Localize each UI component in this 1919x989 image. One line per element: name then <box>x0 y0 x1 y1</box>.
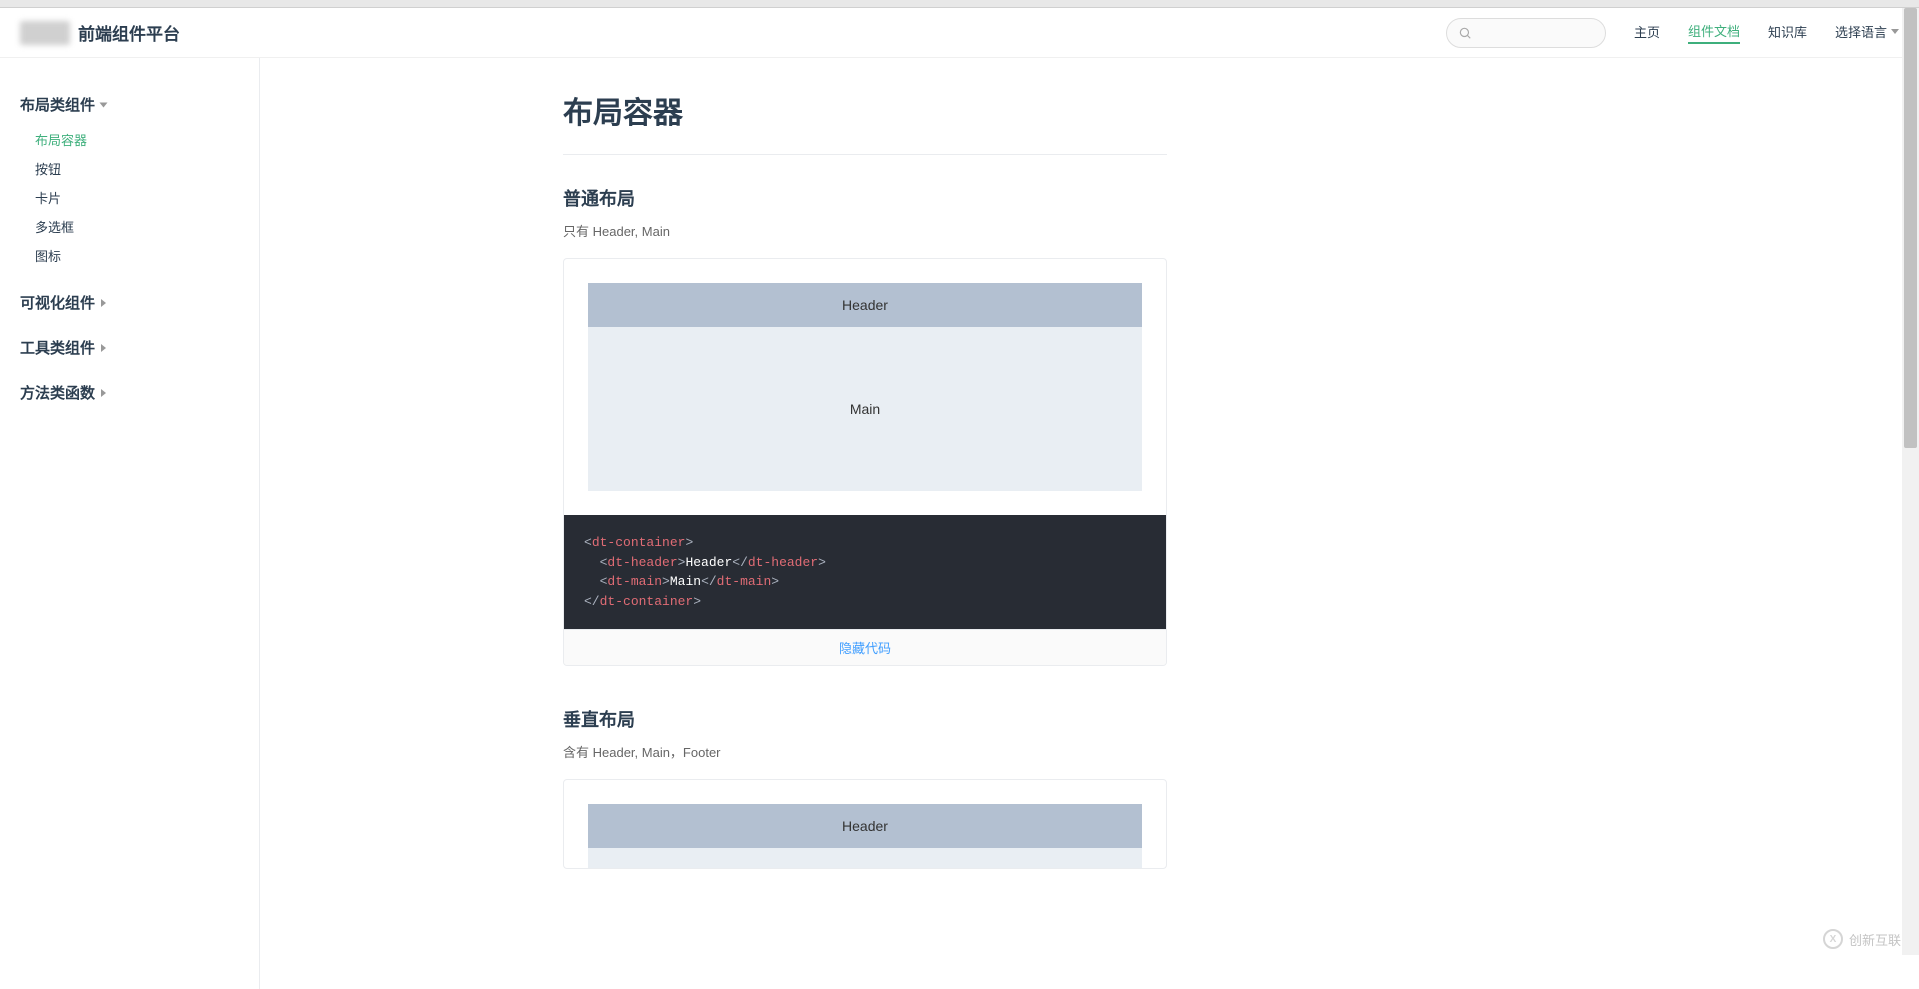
sidebar-item-container[interactable]: 布局容器 <box>35 125 239 154</box>
demo-header-area: Header <box>588 804 1142 848</box>
header-right: 主页 组件文档 知识库 选择语言 <box>1446 18 1899 48</box>
vertical-scrollbar[interactable] <box>1902 8 1919 955</box>
language-selector[interactable]: 选择语言 <box>1835 22 1899 43</box>
sidebar: 布局类组件 布局容器 按钮 卡片 多选框 图标 可视化组件 工具类组件 <box>0 58 260 989</box>
scrollbar-thumb[interactable] <box>1904 8 1917 448</box>
sidebar-group-tools: 工具类组件 <box>0 325 259 370</box>
watermark: X 创新互联 <box>1823 929 1901 949</box>
demo-main-area <box>588 848 1142 868</box>
sidebar-group-title-tools[interactable]: 工具类组件 <box>20 331 239 364</box>
nav-component-docs[interactable]: 组件文档 <box>1688 21 1740 44</box>
site-header: 前端组件平台 主页 组件文档 知识库 选择语言 <box>0 8 1919 58</box>
sidebar-item-button[interactable]: 按钮 <box>35 154 239 183</box>
section-title: 垂直布局 <box>563 706 1167 732</box>
search-box <box>1446 18 1606 48</box>
demo-preview: Header Main <box>564 259 1166 515</box>
watermark-text: 创新互联 <box>1849 930 1901 949</box>
sidebar-group-layout: 布局类组件 布局容器 按钮 卡片 多选框 图标 <box>0 82 259 280</box>
nav-home[interactable]: 主页 <box>1634 22 1660 43</box>
title-divider <box>563 154 1167 155</box>
chevron-down-icon <box>1891 29 1899 34</box>
code-block: <dt-container> <dt-header>Header</dt-hea… <box>564 515 1166 629</box>
body-wrap: 布局类组件 布局容器 按钮 卡片 多选框 图标 可视化组件 工具类组件 <box>0 58 1919 989</box>
chevron-right-icon <box>101 344 106 352</box>
main-content: 布局容器 普通布局 只有 Header, Main Header Main <d… <box>260 58 1470 989</box>
demo-preview: Header <box>564 780 1166 868</box>
chevron-right-icon <box>101 389 106 397</box>
section-desc: 只有 Header, Main <box>563 221 1167 240</box>
sidebar-group-viz: 可视化组件 <box>0 280 259 325</box>
language-label: 选择语言 <box>1835 22 1887 41</box>
page-title: 布局容器 <box>563 88 1167 144</box>
header-left: 前端组件平台 <box>20 20 180 45</box>
chevron-down-icon <box>100 102 108 107</box>
section-title: 普通布局 <box>563 185 1167 211</box>
sidebar-group-title-layout[interactable]: 布局类组件 <box>20 88 239 121</box>
nav-knowledge[interactable]: 知识库 <box>1768 22 1807 43</box>
sidebar-item-icon[interactable]: 图标 <box>35 241 239 270</box>
sidebar-group-title-viz[interactable]: 可视化组件 <box>20 286 239 319</box>
demo-box: Header Main <dt-container> <dt-header>He… <box>563 258 1167 666</box>
search-icon <box>1458 26 1472 40</box>
chevron-right-icon <box>101 299 106 307</box>
demo-main-area: Main <box>588 327 1142 491</box>
sidebar-item-card[interactable]: 卡片 <box>35 183 239 212</box>
watermark-icon: X <box>1823 929 1843 949</box>
sidebar-sub-layout: 布局容器 按钮 卡片 多选框 图标 <box>20 121 239 274</box>
sidebar-group-title-methods[interactable]: 方法类函数 <box>20 376 239 409</box>
demo-header-area: Header <box>588 283 1142 327</box>
section-desc: 含有 Header, Main，Footer <box>563 742 1167 761</box>
section-vertical-layout: 垂直布局 含有 Header, Main，Footer Header <box>563 706 1167 869</box>
sidebar-item-checkbox[interactable]: 多选框 <box>35 212 239 241</box>
sidebar-group-methods: 方法类函数 <box>0 370 259 415</box>
demo-box: Header <box>563 779 1167 869</box>
site-title: 前端组件平台 <box>78 20 180 45</box>
logo-blurred <box>20 21 70 45</box>
section-normal-layout: 普通布局 只有 Header, Main Header Main <dt-con… <box>563 185 1167 666</box>
browser-chrome-bar <box>0 0 1919 8</box>
toggle-code-button[interactable]: 隐藏代码 <box>564 629 1166 665</box>
